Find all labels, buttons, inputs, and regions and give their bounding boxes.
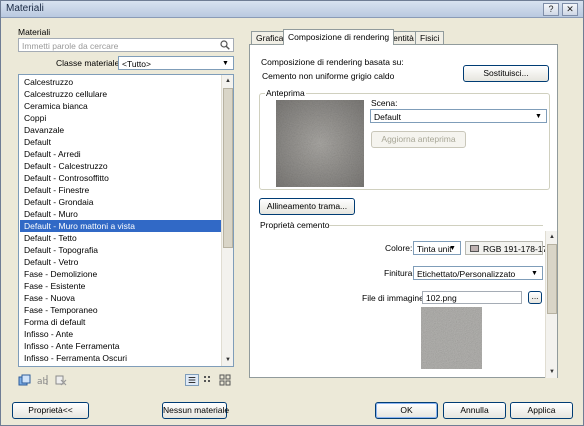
list-item[interactable]: Fase - Demolizione — [20, 268, 221, 280]
delete-material-icon[interactable] — [54, 374, 68, 386]
rendering-tab-panel: Composizione di rendering basata su: Cem… — [249, 44, 558, 378]
search-placeholder: Immetti parole da cercare — [22, 41, 119, 51]
search-input[interactable]: Immetti parole da cercare — [18, 38, 234, 52]
scene-select-value: Default — [374, 112, 401, 122]
cancel-button[interactable]: Annulla — [443, 402, 506, 419]
title-bar: Materiali ? ✕ — [1, 1, 583, 18]
based-on-value: Cemento non uniforme grigio caldo — [262, 71, 395, 81]
materials-label: Materiali — [18, 27, 51, 37]
class-select[interactable]: <Tutto> ▼ — [118, 56, 234, 70]
rename-icon[interactable]: ab — [36, 374, 50, 386]
properties-scrollbar[interactable]: ▲ ▼ — [545, 231, 557, 378]
list-item[interactable]: Infisso - Ante Ferramenta — [20, 340, 221, 352]
class-label: Classe materiale: — [56, 58, 122, 68]
list-item[interactable]: Forma di default — [20, 316, 221, 328]
search-icon[interactable] — [220, 40, 230, 50]
color-label: Colore: — [385, 243, 413, 253]
tab-3[interactable]: Fisici — [415, 31, 445, 45]
materials-list[interactable]: Calcestruzzo Calcestruzzo cellulare Cerami… — [18, 74, 234, 367]
list-item[interactable]: Fase - Temporaneo — [20, 304, 221, 316]
scene-label: Scena: — [371, 98, 398, 108]
list-item[interactable]: Infisso - Ante — [20, 328, 221, 340]
list-item[interactable]: Default - Grondaia — [20, 196, 221, 208]
list-item[interactable]: Default - Finestre — [20, 184, 221, 196]
class-select-value: <Tutto> — [122, 59, 151, 69]
list-item[interactable]: Calcestruzzo cellulare — [20, 88, 221, 100]
finish-select[interactable]: Etichettato/Personalizzato ▼ — [413, 266, 543, 280]
update-preview-button[interactable]: Aggiorna anteprima — [371, 131, 466, 148]
properties-title: Proprietà cemento — [260, 220, 330, 230]
list-item[interactable]: Default - Calcestruzzo — [20, 160, 221, 172]
finish-label: Finitura: — [384, 268, 415, 278]
apply-button[interactable]: Applica — [510, 402, 573, 419]
scroll-down-icon[interactable]: ▼ — [222, 354, 233, 366]
chevron-down-icon[interactable]: ▼ — [219, 58, 232, 68]
list-item[interactable]: Default - Vetro — [20, 256, 221, 268]
large-icons-view-icon[interactable] — [218, 374, 232, 386]
small-icons-view-icon[interactable] — [202, 374, 216, 386]
list-item[interactable]: Default - Muro mattoni a vista — [20, 220, 221, 232]
image-file-value: 102.png — [426, 293, 457, 303]
help-button[interactable]: ? — [543, 3, 559, 16]
scroll-up-icon[interactable]: ▲ — [546, 231, 558, 243]
list-item[interactable]: Calcestruzzo — [20, 76, 221, 88]
close-button[interactable]: ✕ — [562, 3, 578, 16]
list-item[interactable]: Default - Topografia — [20, 244, 221, 256]
image-file-field[interactable]: 102.png — [422, 291, 522, 304]
scroll-up-icon[interactable]: ▲ — [222, 75, 233, 87]
list-item[interactable]: Default - Arredi — [20, 148, 221, 160]
list-item[interactable]: Default — [20, 136, 221, 148]
list-scrollbar[interactable]: ▲ ▼ — [221, 75, 233, 366]
list-view-icon[interactable] — [185, 374, 199, 386]
color-swatch-button[interactable]: RGB 191-178-17 — [465, 241, 547, 255]
scroll-thumb[interactable] — [547, 244, 557, 314]
list-item[interactable]: Coppi — [20, 112, 221, 124]
based-on-title: Composizione di rendering basata su: — [261, 57, 404, 67]
texture-align-button[interactable]: Allineamento trama... — [259, 198, 355, 215]
list-item[interactable]: Fase - Esistente — [20, 280, 221, 292]
texture-thumbnail — [421, 307, 482, 369]
list-item[interactable]: Davanzale — [20, 124, 221, 136]
list-item[interactable]: Infisso - Ferramenta Oscuri — [20, 352, 221, 364]
color-rgb-value: RGB 191-178-17 — [483, 244, 548, 254]
chevron-down-icon[interactable]: ▼ — [446, 243, 459, 253]
properties-divider — [329, 225, 543, 226]
color-swatch — [470, 245, 479, 252]
scene-select[interactable]: Default ▼ — [370, 109, 547, 123]
material-preview-image — [276, 100, 364, 187]
finish-select-value: Etichettato/Personalizzato — [417, 269, 516, 279]
no-material-button[interactable]: Nessun materiale — [162, 402, 229, 419]
window-title: Materiali — [6, 3, 44, 14]
color-mode-select[interactable]: Tinta unit ▼ — [413, 241, 461, 255]
list-item[interactable]: Default - Muro — [20, 208, 221, 220]
properties-toggle-button[interactable]: Proprietà<< — [12, 402, 89, 419]
new-material-icon[interactable] — [18, 374, 32, 386]
tab-1[interactable]: Composizione di rendering — [283, 29, 395, 45]
scroll-down-icon[interactable]: ▼ — [546, 366, 558, 378]
ok-button[interactable]: OK — [375, 402, 438, 419]
chevron-down-icon[interactable]: ▼ — [532, 111, 545, 121]
browse-button[interactable]: ... — [528, 291, 542, 304]
replace-button[interactable]: Sostituisci... — [463, 65, 549, 82]
list-item[interactable]: Default - Controsoffitto — [20, 172, 221, 184]
image-file-label: File di immagine: — [362, 293, 427, 303]
materials-dialog: Materiali ? ✕ Materiali Immetti parole d… — [0, 0, 584, 426]
chevron-down-icon[interactable]: ▼ — [528, 268, 541, 278]
list-item[interactable]: Ceramica bianca — [20, 100, 221, 112]
scroll-thumb[interactable] — [223, 88, 233, 248]
list-item[interactable]: Fase - Nuova — [20, 292, 221, 304]
list-item[interactable]: Default - Tetto — [20, 232, 221, 244]
preview-title: Anteprima — [265, 88, 306, 98]
